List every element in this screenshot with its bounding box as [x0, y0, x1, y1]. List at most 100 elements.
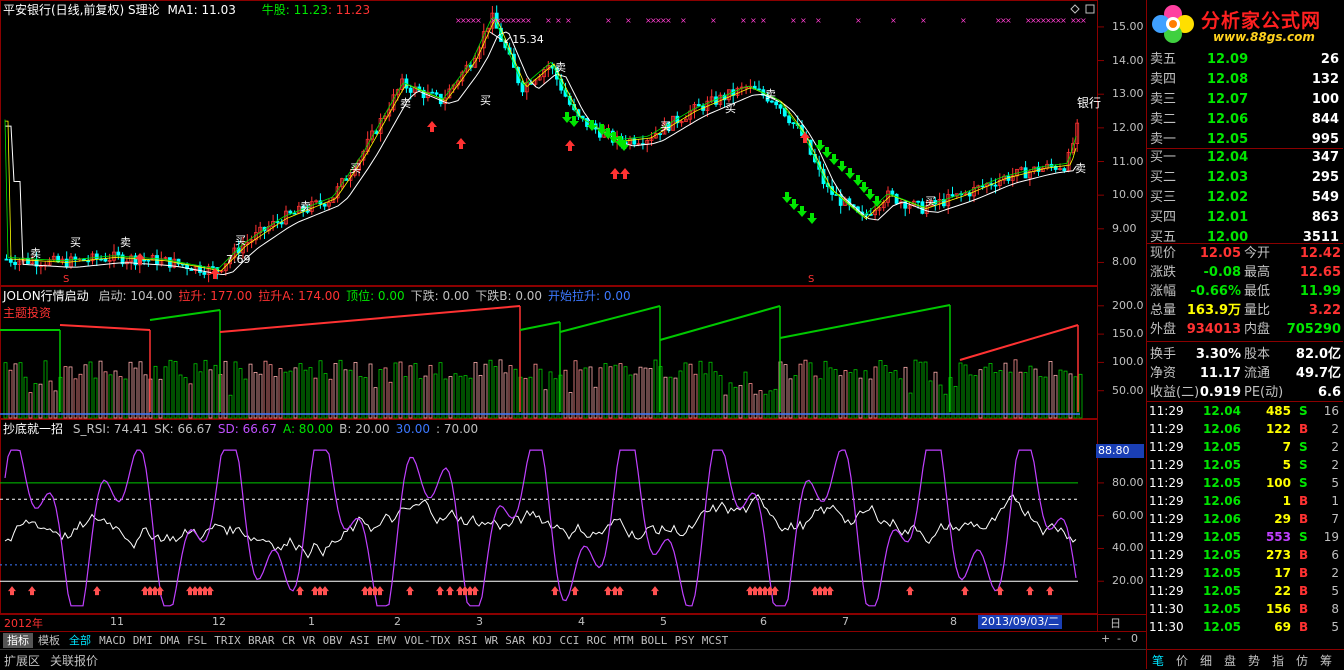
order-label: 买四 [1150, 210, 1177, 225]
right-tab-7[interactable]: 筹 [1320, 652, 1332, 669]
indicator-tab-cci[interactable]: CCI [556, 633, 582, 648]
buy-order-row[interactable]: 买三 12.02 549 [1147, 188, 1343, 208]
top-marker: × [1080, 16, 1087, 25]
top-marker: × [1005, 16, 1012, 25]
indicator-tab-mcst[interactable]: MCST [699, 633, 732, 648]
tick-row: 11:29 12.05 553 S 19 [1147, 528, 1343, 546]
tick-volume: 5 [1282, 458, 1291, 472]
jolon-bar [48, 380, 53, 419]
s-marker: S [808, 274, 814, 285]
zoom-reset-button[interactable]: 0 [1131, 632, 1138, 645]
stat-value: 163.9万 [1186, 303, 1241, 318]
indicator-tab-vr[interactable]: VR [299, 633, 318, 648]
indicator-tab-boll[interactable]: BOLL [638, 633, 671, 648]
stat-value: 11.17 [1199, 366, 1241, 381]
indicator-tab-trix[interactable]: TRIX [211, 633, 244, 648]
indicator-tab-sar[interactable]: SAR [502, 633, 528, 648]
indicator-tab-emv[interactable]: EMV [374, 633, 400, 648]
right-tab-3[interactable]: 盘 [1224, 652, 1236, 669]
tick-side: S [1299, 440, 1308, 454]
jolon-bar [1063, 370, 1068, 419]
zoom-in-button[interactable]: + [1101, 632, 1110, 645]
indicator-tab-kdj[interactable]: KDJ [529, 633, 555, 648]
linked-quote-tab[interactable]: 关联报价 [50, 652, 98, 669]
jolon-param: 拉升A: 174.00 [258, 289, 341, 303]
jolon-bar [143, 374, 148, 419]
jolon-bar [728, 382, 733, 419]
indicator-tab-指标[interactable]: 指标 [3, 633, 33, 648]
indicator-tab-rsi[interactable]: RSI [455, 633, 481, 648]
indicator-tab-brar[interactable]: BRAR [245, 633, 278, 648]
signal-buy-marker: 买 [235, 234, 246, 247]
indicator-tab-wr[interactable]: WR [482, 633, 501, 648]
sell-order-row[interactable]: 卖四 12.08 132 [1147, 70, 1343, 90]
sell-arrow-icon [853, 175, 863, 186]
time-axis-label: 12 [212, 615, 226, 628]
time-axis-label: 7 [842, 615, 849, 628]
jolon-bar [248, 363, 253, 419]
tick-row: 11:29 12.05 17 B 2 [1147, 564, 1343, 582]
theme-investment-label: 主题投资 [3, 306, 52, 320]
indicator-tab-cr[interactable]: CR [279, 633, 298, 648]
zoom-out-button[interactable]: - [1117, 632, 1121, 645]
indicator-tab-模板[interactable]: 模板 [34, 633, 64, 648]
ma1-line [5, 31, 1077, 276]
jolon-bar [673, 377, 678, 419]
stat-value: 82.0亿 [1295, 347, 1341, 362]
indicator-tab-fsl[interactable]: FSL [184, 633, 210, 648]
jolon_pane-tick: 100.0 [1112, 355, 1144, 369]
tick-price: 12.06 [1203, 494, 1241, 508]
indicator-tab-roc[interactable]: ROC [584, 633, 610, 648]
right-tab-2[interactable]: 细 [1200, 652, 1212, 669]
indicator-tab-asi[interactable]: ASI [347, 633, 373, 648]
order-price: 12.08 [1207, 72, 1249, 87]
rsi-sk-line [4, 493, 1077, 559]
right-tab-5[interactable]: 指 [1272, 652, 1284, 669]
jolon-bar [633, 373, 638, 419]
buy-order-row[interactable]: 买一 12.04 347 [1147, 148, 1343, 168]
jolon-bar [968, 374, 973, 419]
sell-order-row[interactable]: 卖三 12.07 100 [1147, 90, 1343, 110]
right-tab-1[interactable]: 价 [1176, 652, 1188, 669]
jolon-bar [473, 362, 478, 419]
buy-order-row[interactable]: 买四 12.01 863 [1147, 208, 1343, 228]
sell-order-row[interactable]: 卖二 12.06 844 [1147, 110, 1343, 130]
indicator-tab-mtm[interactable]: MTM [611, 633, 637, 648]
indicator-tab-dmi[interactable]: DMI [130, 633, 156, 648]
rsi-param: SD: 66.67 [217, 422, 277, 436]
tick-volume: 273 [1265, 548, 1291, 562]
indicator-tab-macd[interactable]: MACD [96, 633, 129, 648]
top-marker: × [920, 16, 927, 25]
indicator-tab-全部[interactable]: 全部 [65, 633, 95, 648]
price-pane-header: 平安银行(日线,前复权) S理论 MA1: 11.03 牛股: 11.23: 1… [3, 3, 370, 17]
stat-value: 3.30% [1195, 347, 1241, 362]
indicator-tab-psy[interactable]: PSY [672, 633, 698, 648]
buy-order-row[interactable]: 买二 12.03 295 [1147, 168, 1343, 188]
chart-canvas[interactable]: ××××× ×××××××× × × × × × ××××× × × × × × × × × × × × × ××× ××… [0, 0, 1146, 631]
tick-count: 7 [1331, 512, 1339, 526]
jolon-bar [798, 363, 803, 419]
candle-body [210, 266, 215, 269]
right-tab-4[interactable]: 势 [1248, 652, 1260, 669]
stat-value: 12.42 [1299, 246, 1341, 261]
chart-area[interactable]: × × × × × × × × × × × × × × × × × × × × × × × × × × × × × × × × × × × × × × × ×… [0, 0, 1146, 646]
stat-value: 12.65 [1299, 265, 1341, 280]
sell-order-row[interactable]: 卖一 12.05 995 [1147, 130, 1343, 150]
jolon-bar [528, 376, 533, 419]
rsi-arrow-icon [826, 586, 834, 596]
tick-price: 12.06 [1203, 422, 1241, 436]
indicator-tab-obv[interactable]: OBV [320, 633, 346, 648]
candle-body [408, 87, 413, 93]
jolon-bar [1008, 371, 1013, 419]
rsi_pane-tick: 60.00 [1112, 508, 1144, 522]
tick-price: 12.04 [1203, 404, 1241, 418]
indicator-tab-vol-tdx[interactable]: VOL-TDX [401, 633, 454, 648]
right-tab-0[interactable]: 笔 [1152, 652, 1164, 669]
right-tab-6[interactable]: 仿 [1296, 652, 1308, 669]
sell-order-row[interactable]: 卖五 12.09 26 [1147, 50, 1343, 70]
logo-area: 分析家公式网 www.88gs.com [1147, 0, 1343, 48]
buy-arrow-icon [427, 121, 437, 132]
expand-area-tab[interactable]: 扩展区 [4, 652, 40, 669]
tick-row: 11:29 12.06 29 B 7 [1147, 510, 1343, 528]
indicator-tab-dma[interactable]: DMA [157, 633, 183, 648]
